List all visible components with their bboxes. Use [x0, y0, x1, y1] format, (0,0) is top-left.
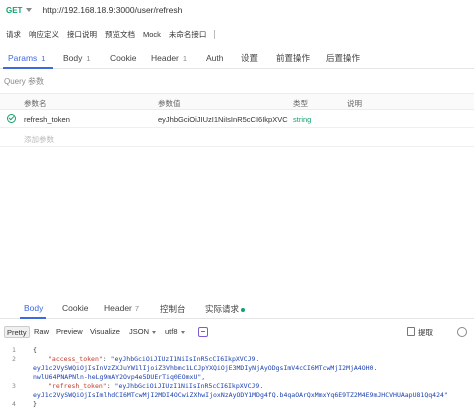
more-icon[interactable]	[457, 327, 467, 337]
code-line: }	[33, 400, 37, 408]
tab-pre-actions[interactable]: 前置操作	[276, 47, 310, 69]
param-name[interactable]: refresh_token	[24, 115, 70, 124]
col-desc: 说明	[347, 99, 362, 108]
code-line: {	[33, 346, 37, 354]
tab-cookie[interactable]: Cookie	[110, 47, 136, 69]
rtab-body[interactable]: Body	[24, 303, 43, 313]
url-input[interactable]: http://192.168.18.9:3000/user/refresh	[42, 5, 182, 15]
request-tabs: Params 1 Body 1 Cookie Header 1 Auth 设置 前置操…	[0, 47, 474, 69]
code-line: nwlU64PNAPNln-heLg9mAY2Ovp4e5DUErTiq0EOm…	[33, 373, 206, 381]
rtab-cookie[interactable]: Cookie	[62, 303, 88, 313]
col-type: 类型	[293, 99, 308, 108]
url-bar: GET http://192.168.18.9:3000/user/refres…	[0, 0, 474, 20]
col-value: 参数值	[158, 99, 181, 108]
fmt-encoding-select[interactable]: utf8	[163, 326, 187, 338]
line-number: 2	[12, 355, 16, 363]
col-name: 参数名	[24, 99, 47, 108]
tab-auth[interactable]: Auth	[206, 47, 224, 69]
code-line: "refresh_token": "eyJhbGciOiJIUzI1NiIsIn…	[48, 382, 264, 390]
param-value[interactable]: eyJhbGciOiJIUzI1NiIsInR5cCI6IkpXVC	[158, 115, 288, 124]
response-tabs: Body Cookie Header 7 控制台 实际请求	[0, 300, 474, 319]
fmt-raw[interactable]: Raw	[32, 326, 51, 338]
chevron-down-icon[interactable]	[26, 8, 33, 12]
tab-body[interactable]: Body 1	[63, 47, 91, 69]
fmt-json-select[interactable]: JSON	[127, 326, 158, 338]
table-header: 参数名 参数值 类型 说明	[0, 93, 474, 110]
tool-mock[interactable]: Mock	[143, 30, 161, 39]
active-rtab-indicator	[20, 317, 46, 319]
add-param-row[interactable]: 添加参数	[0, 129, 474, 147]
tool-preview-doc[interactable]: 预览文档	[105, 29, 135, 40]
code-line: eyJ1c2VySWQiOjIsInVzZXJuYW1lIjoiZ3Vhbmc1…	[33, 364, 378, 372]
active-tab-indicator	[3, 67, 53, 69]
line-number: 3	[12, 382, 16, 390]
chevron-down-icon	[180, 330, 185, 334]
tab-header[interactable]: Header 1	[151, 47, 187, 69]
toolbar-divider	[214, 29, 216, 39]
tab-settings[interactable]: 设置	[241, 47, 258, 69]
tool-unnamed-api[interactable]: 未命名接口	[169, 29, 207, 40]
tool-request[interactable]: 请求	[6, 29, 21, 40]
rtab-header[interactable]: Header 7	[104, 303, 139, 313]
extract-button[interactable]: 提取	[418, 327, 433, 338]
doc-toolbar: 请求 响应定义 接口说明 预览文档 Mock 未命名接口	[0, 26, 474, 42]
tool-api-desc[interactable]: 接口说明	[67, 29, 97, 40]
line-number: 1	[12, 346, 16, 354]
tool-response-def[interactable]: 响应定义	[29, 29, 59, 40]
fmt-visualize[interactable]: Visualize	[88, 326, 122, 338]
line-number: 4	[12, 400, 16, 408]
rtab-actual-request[interactable]: 实际请求	[205, 303, 246, 315]
rtab-console[interactable]: 控制台	[160, 303, 186, 315]
enabled-check-icon[interactable]	[7, 114, 16, 123]
add-param-placeholder[interactable]: 添加参数	[24, 134, 54, 145]
param-type[interactable]: string	[293, 115, 311, 124]
status-dot-icon	[241, 307, 246, 312]
fmt-preview[interactable]: Preview	[54, 326, 85, 338]
table-row: refresh_token eyJhbGciOiJIUzI1NiIsInR5cC…	[0, 110, 474, 128]
tab-params[interactable]: Params 1	[8, 47, 45, 69]
code-line: eyJ1c2VySWQiOjIsImlhdCI6MTcwMjI2MDI4OCwi…	[33, 391, 448, 399]
wrap-lines-icon[interactable]	[198, 327, 208, 337]
query-section-title: Query 参数	[4, 77, 45, 86]
tab-post-actions[interactable]: 后置操作	[326, 47, 360, 69]
chevron-down-icon	[152, 330, 157, 334]
response-format-bar: Pretty Raw Preview Visualize JSON utf8 提…	[0, 323, 474, 340]
extract-icon[interactable]	[407, 327, 415, 336]
method-select[interactable]: GET	[6, 6, 22, 15]
fmt-pretty[interactable]: Pretty	[4, 326, 30, 338]
code-line: "access_token": "eyJhbGciOiJIUzI1NiIsInR…	[48, 355, 260, 363]
